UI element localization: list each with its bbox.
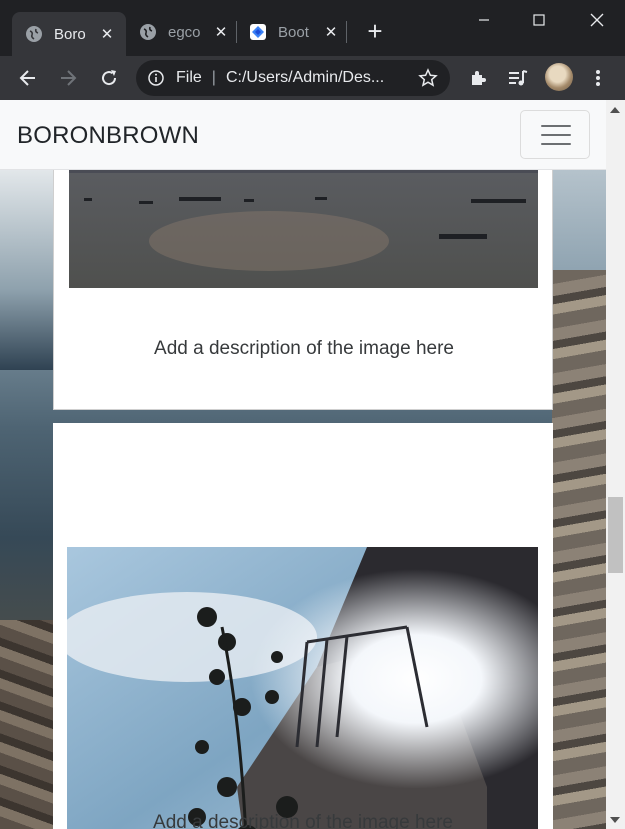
close-tab-icon[interactable]: ✕ [98,25,116,43]
image-card: Add a description of the image here [53,423,553,829]
scrollbar[interactable] [606,100,625,829]
scheme-label: File [176,69,202,86]
background-photo [0,620,54,829]
address-bar[interactable]: File | C:/Users/Admin/Des... [136,60,450,96]
background-photo [552,270,606,829]
navbar-brand[interactable]: BORONBROWN [17,122,199,150]
bootstrap-icon [250,24,266,40]
card-image [67,547,538,829]
balcony-plant-image [67,547,538,829]
maximize-button[interactable] [516,6,562,34]
puzzle-icon [472,71,486,85]
globe-icon [26,26,42,42]
navbar-toggle-button[interactable] [520,110,590,159]
profile-avatar[interactable] [545,63,573,91]
top-navbar: BORONBROWN [0,100,606,170]
new-tab-button[interactable]: + [361,18,389,46]
tab-title: Boot [278,23,309,41]
reload-button[interactable] [95,64,123,92]
close-window-button[interactable] [574,6,620,34]
forward-button[interactable] [54,64,82,92]
close-tab-icon[interactable]: ✕ [322,23,340,41]
chrome-menu-button[interactable] [584,64,612,92]
page-viewport: Add a description of the image here Add … [0,100,606,829]
tab-boronbrown[interactable]: Boro ✕ [12,12,126,56]
card-description: Add a description of the image here [153,812,453,829]
card-description: Add a description of the image here [154,338,454,359]
hamburger-icon [541,125,571,127]
separator: | [211,69,216,86]
tab-strip: Boro ✕ egco ✕ Boot ✕ + [0,0,625,56]
minimize-icon [479,19,489,21]
reload-icon [102,70,117,86]
media-control-button[interactable] [504,64,532,92]
kebab-menu-icon [596,70,600,86]
tab-title: Boro [54,25,86,43]
scrollbar-thumb[interactable] [608,497,623,573]
maximize-icon [533,14,545,26]
image-card: Add a description of the image here [53,150,553,410]
arrow-left-icon [19,70,35,86]
scroll-up-arrow-icon[interactable] [610,107,620,113]
info-icon[interactable] [148,70,164,86]
tab-separator [346,21,347,43]
background-photo [0,170,54,370]
extensions-button[interactable] [464,64,492,92]
scroll-down-arrow-icon[interactable] [610,817,620,823]
tab-egco[interactable]: egco ✕ [126,12,236,52]
playlist-icon [509,70,528,86]
hamburger-icon [541,143,571,145]
close-tab-icon[interactable]: ✕ [212,23,230,41]
sea-sunset-image [69,151,538,288]
globe-icon [140,24,156,40]
bookmark-star-icon[interactable] [418,68,438,88]
tab-bootstrap[interactable]: Boot ✕ [236,12,346,52]
hamburger-icon [541,134,571,136]
close-icon [590,13,604,27]
url-text[interactable]: C:/Users/Admin/Des... [226,69,398,87]
minimize-button[interactable] [461,6,507,34]
card-image [69,151,538,288]
tab-title: egco [168,23,201,41]
arrow-right-icon [61,70,77,86]
back-button[interactable] [14,64,42,92]
browser-toolbar: File | C:/Users/Admin/Des... [0,56,625,100]
